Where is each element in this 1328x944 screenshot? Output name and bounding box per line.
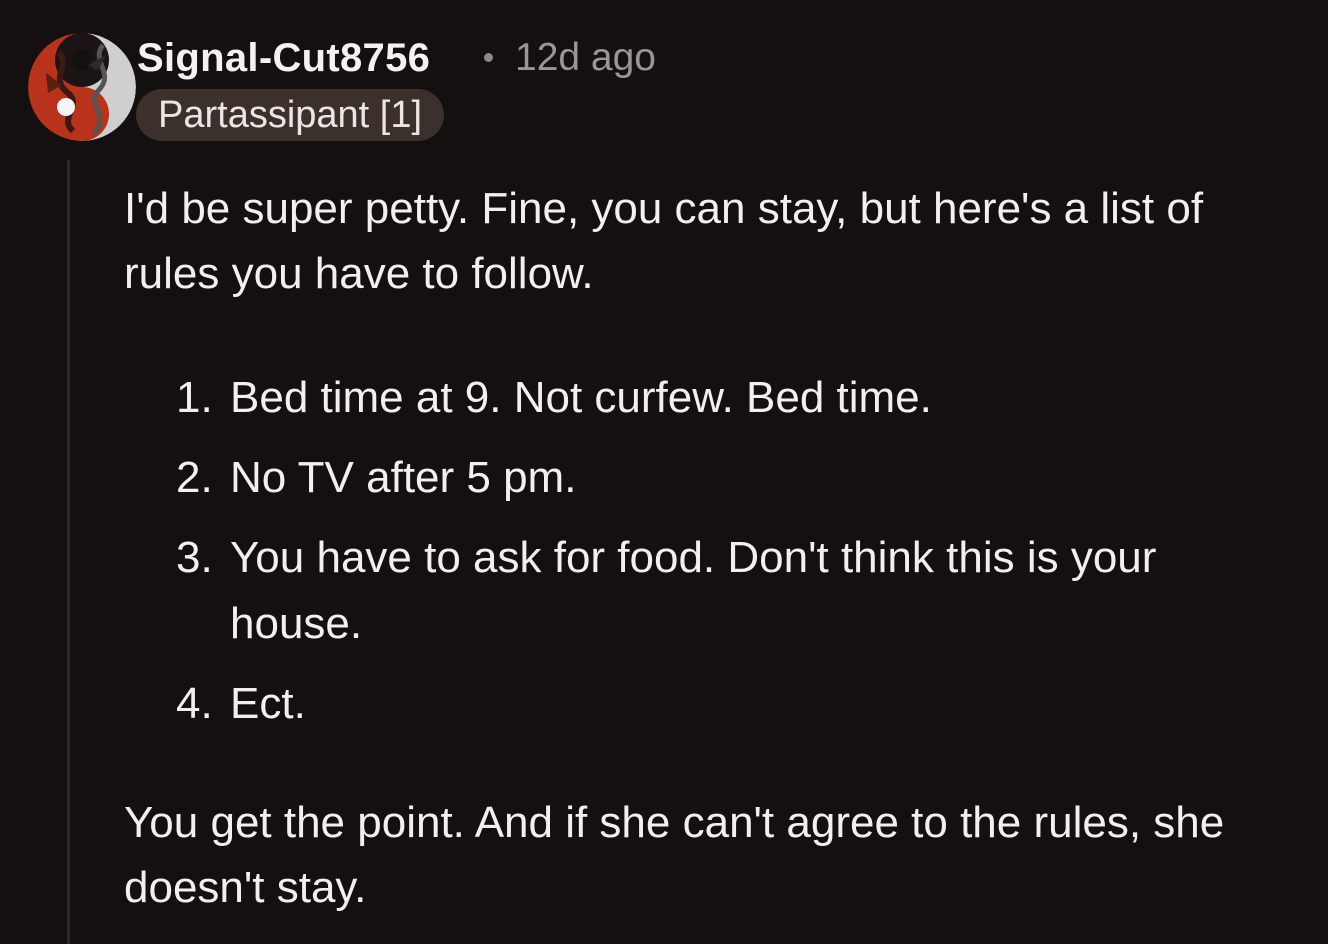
list-item: 2. No TV after 5 pm. xyxy=(176,445,1286,511)
user-avatar[interactable] xyxy=(28,33,136,141)
list-item-text: No TV after 5 pm. xyxy=(230,453,577,502)
yin-yang-dragon-avatar-icon xyxy=(28,33,136,141)
list-item-text: You have to ask for food. Don't think th… xyxy=(230,533,1157,648)
list-item-number: 3. xyxy=(176,533,213,582)
list-item: 3. You have to ask for food. Don't think… xyxy=(176,525,1286,657)
comment-timestamp: 12d ago xyxy=(515,36,656,79)
list-item-number: 1. xyxy=(176,373,213,422)
separator-dot xyxy=(484,53,493,62)
author-username[interactable]: Signal-Cut8756 xyxy=(137,36,430,81)
list-item-text: Bed time at 9. Not curfew. Bed time. xyxy=(230,373,932,422)
list-item: 4. Ect. xyxy=(176,671,1286,737)
list-item-text: Ect. xyxy=(230,679,306,728)
comment-paragraph: You get the point. And if she can't agre… xyxy=(124,798,1225,912)
comment-paragraph: I'd be super petty. Fine, you can stay, … xyxy=(124,184,1204,298)
list-item-number: 4. xyxy=(176,679,213,728)
list-item: 1. Bed time at 9. Not curfew. Bed time. xyxy=(176,365,1286,431)
user-flair-badge[interactable]: Partassipant [1] xyxy=(136,89,445,141)
list-item-number: 2. xyxy=(176,453,213,502)
thread-line[interactable] xyxy=(67,160,70,944)
rules-list: 1. Bed time at 9. Not curfew. Bed time. … xyxy=(176,365,1286,751)
